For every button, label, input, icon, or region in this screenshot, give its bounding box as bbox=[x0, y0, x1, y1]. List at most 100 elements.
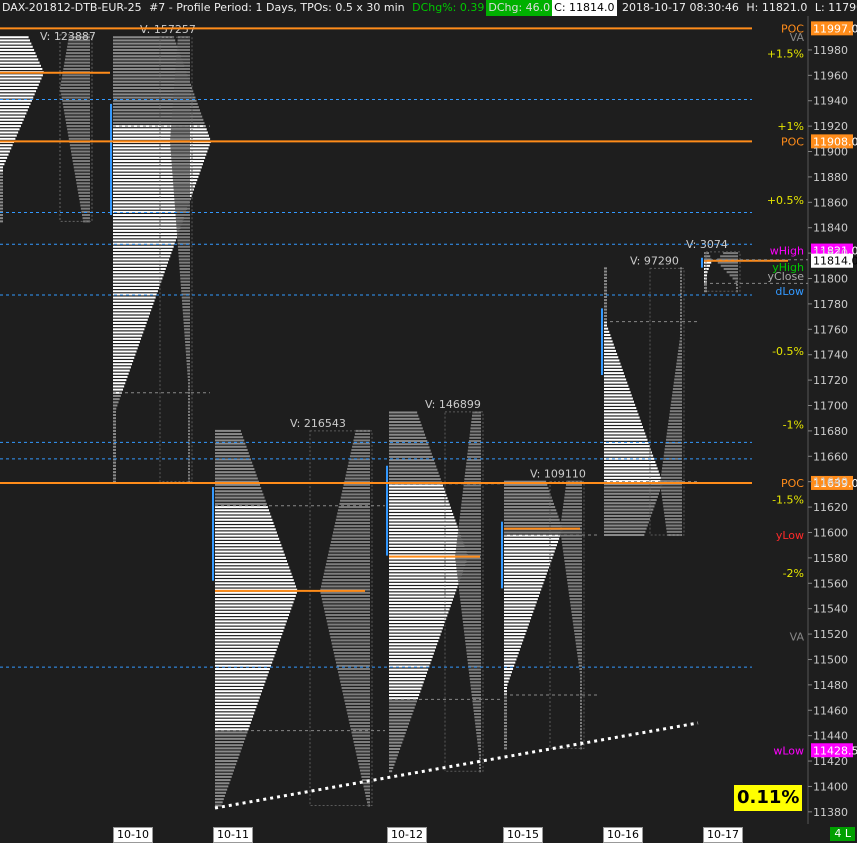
volume-row bbox=[456, 570, 481, 573]
volume-row bbox=[667, 429, 682, 432]
volume-row bbox=[356, 753, 370, 756]
tpo-row-prior bbox=[0, 118, 24, 121]
volume-row bbox=[172, 109, 190, 112]
volume-row bbox=[680, 273, 682, 276]
tpo-row bbox=[504, 569, 548, 572]
volume-row bbox=[349, 455, 370, 458]
volume-row bbox=[340, 496, 370, 499]
volume-row bbox=[347, 464, 370, 467]
tpo-row bbox=[704, 255, 711, 258]
plot-area bbox=[0, 16, 808, 824]
volume-row bbox=[680, 267, 682, 270]
volume-row bbox=[170, 131, 190, 134]
tpo-row bbox=[113, 309, 152, 312]
tpo-row-prior bbox=[0, 185, 3, 188]
volume-row bbox=[177, 236, 190, 239]
volume-row bbox=[459, 595, 481, 598]
volume-row bbox=[461, 611, 481, 614]
tpo-row-prior bbox=[0, 45, 33, 48]
volume-row bbox=[456, 567, 481, 570]
tpo-row bbox=[215, 706, 257, 709]
volume-row bbox=[188, 455, 190, 458]
tpo-row bbox=[113, 214, 185, 217]
tpo-row bbox=[215, 763, 237, 766]
tpo-row bbox=[215, 791, 227, 794]
volume-row bbox=[580, 709, 582, 712]
level-label: yLow bbox=[776, 529, 804, 542]
tpo-row bbox=[215, 550, 284, 553]
tpo-row bbox=[113, 312, 151, 315]
volume-row bbox=[462, 494, 481, 497]
tpo-row bbox=[389, 614, 448, 617]
initial-balance-bar bbox=[212, 487, 214, 581]
tpo-row bbox=[389, 747, 401, 750]
volume-row bbox=[175, 61, 190, 64]
volume-row bbox=[177, 239, 190, 242]
volume-row bbox=[567, 579, 582, 582]
volume-row bbox=[573, 623, 582, 626]
tpo-row bbox=[215, 731, 248, 734]
tpo-row bbox=[604, 499, 657, 502]
volume-row bbox=[467, 655, 481, 658]
date-axis: 10-10 10-11 10-12 10-15 10-16 10-17 4 L bbox=[0, 824, 857, 843]
tpo-row bbox=[389, 770, 393, 773]
volume-row bbox=[674, 375, 682, 378]
tpo-row bbox=[215, 544, 282, 547]
tpo-row bbox=[113, 334, 143, 337]
market-profile-chart[interactable]: V: 123887 V: 157257 V: 216543 V: 146899 V: 1… bbox=[0, 0, 857, 824]
tpo-row bbox=[504, 490, 550, 493]
tpo-row bbox=[389, 630, 442, 633]
date-label: 10-10 bbox=[113, 827, 153, 843]
volume-row bbox=[463, 627, 481, 630]
volume-row bbox=[463, 487, 481, 490]
volume-row bbox=[462, 617, 481, 620]
tpo-row-prior bbox=[0, 191, 3, 194]
tpo-row bbox=[113, 280, 162, 283]
y-tick-label: 11500 bbox=[813, 653, 848, 666]
tpo-row-prior bbox=[0, 67, 43, 70]
volume-row bbox=[478, 751, 481, 754]
tpo-row bbox=[113, 147, 209, 150]
tpo-row bbox=[113, 436, 116, 439]
tpo-row bbox=[215, 598, 295, 601]
tpo-row bbox=[389, 687, 422, 690]
tpo-row bbox=[113, 366, 131, 369]
volume-row bbox=[321, 598, 370, 601]
tpo-row-prior bbox=[0, 201, 3, 204]
volume-row bbox=[561, 541, 582, 543]
tpo-row bbox=[604, 295, 607, 298]
volume-row bbox=[355, 747, 370, 750]
volume-row-prior bbox=[78, 191, 90, 194]
tpo-row bbox=[504, 721, 507, 724]
tpo-row bbox=[604, 394, 632, 397]
volume-label: V: 109110 bbox=[530, 468, 586, 481]
volume-row bbox=[332, 531, 370, 534]
tpo-row-prior bbox=[0, 188, 3, 191]
volume-row bbox=[580, 699, 582, 702]
volume-row bbox=[188, 448, 190, 451]
volume-row-prior bbox=[67, 131, 90, 134]
tpo-row bbox=[215, 636, 282, 639]
tpo-row bbox=[604, 524, 648, 527]
tpo-row bbox=[389, 455, 433, 458]
tpo-row bbox=[389, 478, 441, 481]
tpo-row bbox=[504, 655, 518, 658]
volume-row bbox=[726, 271, 738, 274]
tpo-row bbox=[215, 528, 276, 531]
volume-row bbox=[333, 648, 370, 651]
volume-row-prior bbox=[61, 80, 90, 83]
volume-row bbox=[188, 464, 190, 467]
volume-row bbox=[567, 582, 582, 585]
volume-row bbox=[662, 499, 682, 502]
volume-row bbox=[321, 582, 370, 585]
volume-row-prior bbox=[77, 185, 90, 188]
volume-row bbox=[735, 280, 738, 283]
volume-row bbox=[566, 483, 582, 486]
tpo-row bbox=[704, 264, 710, 267]
volume-row bbox=[342, 690, 370, 693]
tpo-row-prior bbox=[0, 109, 28, 112]
volume-row bbox=[188, 423, 190, 426]
tpo-row bbox=[604, 368, 623, 371]
tpo-row-prior bbox=[0, 128, 20, 131]
tpo-row bbox=[504, 737, 507, 740]
